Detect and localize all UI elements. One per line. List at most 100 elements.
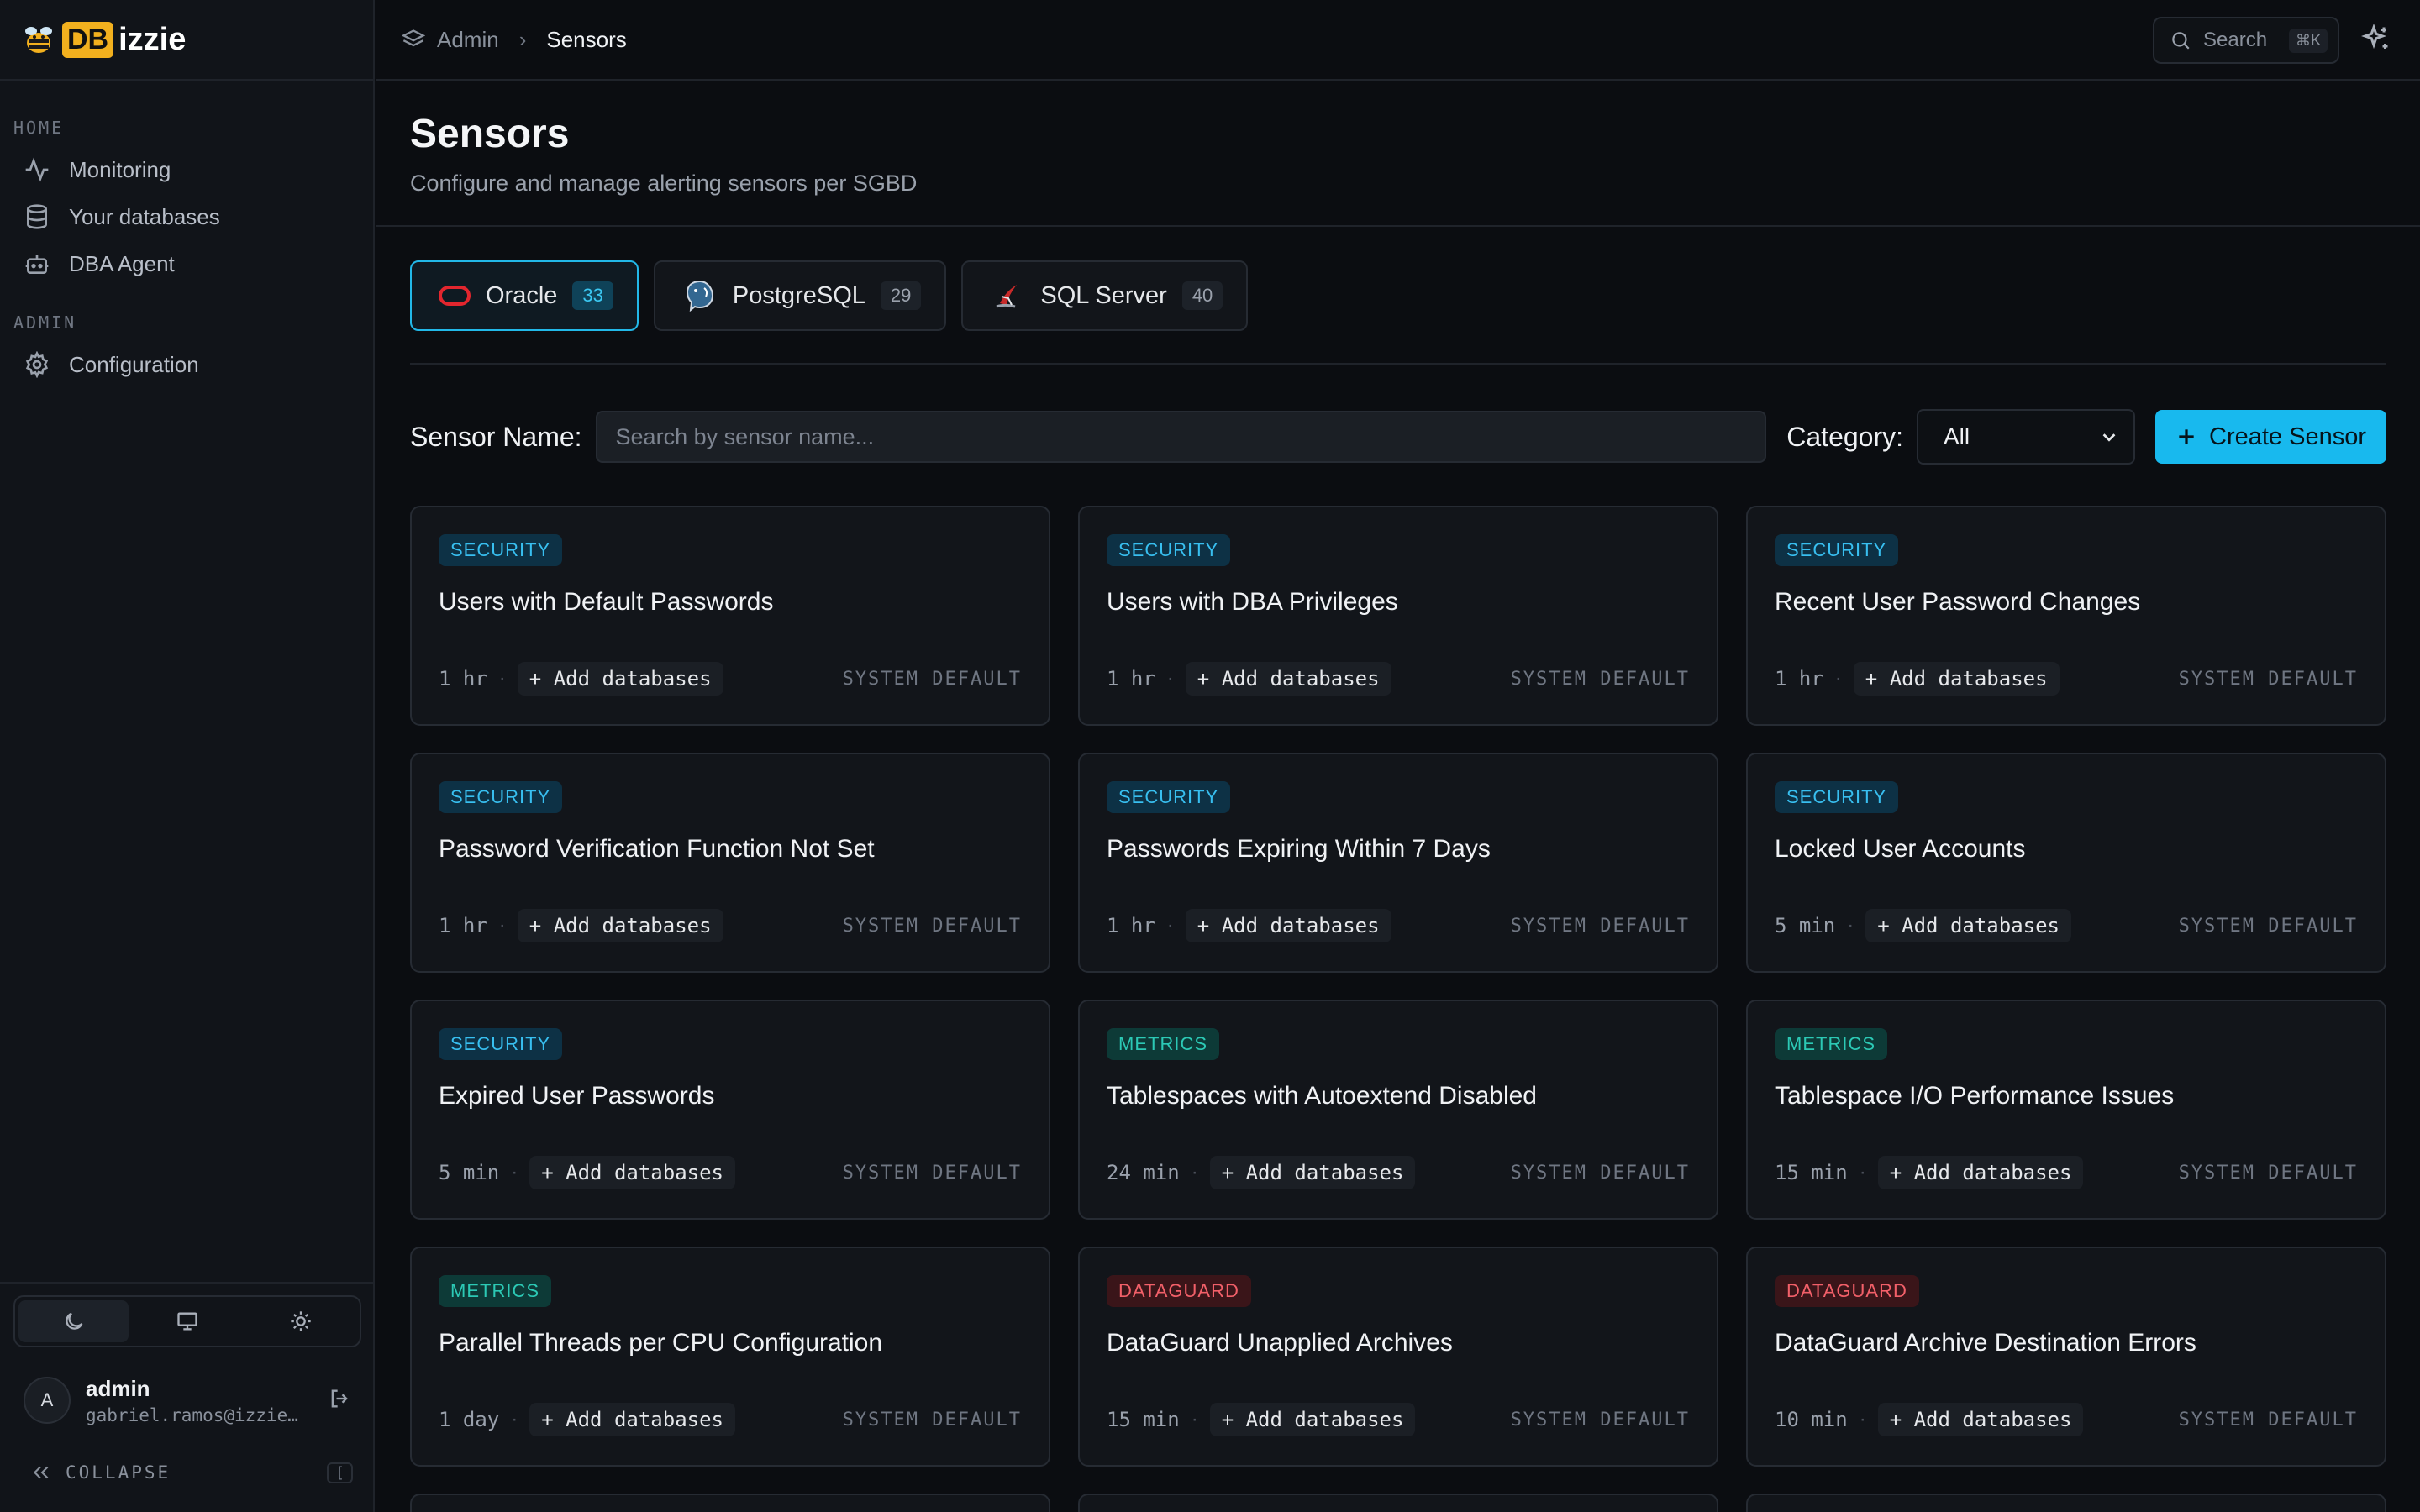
check-interval: 5 min [439,1161,500,1184]
sensor-card-grid-overflow [410,1494,2386,1512]
category-badge: SECURITY [1107,534,1231,566]
nav-home-section: HOME Monitoring Your databases DBA Agent [0,118,375,287]
sensor-card[interactable]: DATAGUARD DataGuard Archive Destination … [1746,1247,2386,1467]
add-databases-button[interactable]: + Add databases [1853,662,2060,696]
sidebar-item-configuration[interactable]: Configuration [0,341,375,388]
ai-assistant-button[interactable] [2360,23,2395,57]
sun-icon [291,1311,311,1331]
add-databases-button[interactable]: + Add databases [1877,1403,2084,1436]
sensor-card[interactable]: SECURITY Password Verification Function … [410,753,1050,973]
sensor-card[interactable] [410,1494,1050,1512]
sparkles-icon [2360,23,2388,50]
sensor-card[interactable]: SECURITY Locked User Accounts 5 min · + … [1746,753,2386,973]
sensor-title: DataGuard Archive Destination Errors [1775,1329,2196,1357]
add-databases-button[interactable]: + Add databases [1209,1156,1416,1189]
breadcrumb-admin[interactable]: Admin [437,27,499,53]
sql-server-icon [996,285,1018,308]
sensor-title: Users with DBA Privileges [1107,588,1398,616]
page-subtitle: Configure and manage alerting sensors pe… [410,171,918,196]
sensor-card-footer: 1 hr · + Add databases SYSTEM DEFAULT [1107,662,1690,696]
add-databases-button[interactable]: + Add databases [529,1156,735,1189]
sensor-card[interactable]: SECURITY Expired User Passwords 5 min · … [410,1000,1050,1220]
tab-oracle[interactable]: Oracle 33 [410,260,639,331]
system-default-label: SYSTEM DEFAULT [1510,1162,1690,1184]
logo-izzie-text: izzie [118,21,187,57]
check-interval: 15 min [1107,1408,1180,1431]
add-databases-button[interactable]: + Add databases [1209,1403,1416,1436]
sensor-card-footer: 24 min · + Add databases SYSTEM DEFAULT [1107,1156,1690,1189]
tab-label: PostgreSQL [732,281,865,309]
theme-dark-button[interactable] [18,1300,129,1342]
category-badge: DATAGUARD [1107,1275,1251,1307]
tab-count: 33 [572,281,613,310]
app-logo[interactable]: DB izzie [20,21,186,58]
add-databases-button[interactable]: + Add databases [1185,662,1392,696]
sensor-card-footer: 15 min · + Add databases SYSTEM DEFAULT [1107,1403,1690,1436]
global-search-button[interactable]: Search ⌘K [2153,17,2339,64]
sensor-title: DataGuard Unapplied Archives [1107,1329,1453,1357]
create-sensor-button[interactable]: Create Sensor [2155,410,2386,464]
sensor-card[interactable]: METRICS Tablespace I/O Performance Issue… [1746,1000,2386,1220]
check-interval: 1 hr [1107,914,1155,937]
sensor-title: Parallel Threads per CPU Configuration [439,1329,883,1357]
sensor-card[interactable] [1746,1494,2386,1512]
monitor-icon [177,1312,197,1331]
database-icon [27,204,47,229]
separator-dot: · [1859,1161,1866,1184]
sensor-card[interactable]: SECURITY Users with DBA Privileges 1 hr … [1078,506,1718,726]
tab-postgresql[interactable]: PostgreSQL 29 [653,260,947,331]
add-databases-button[interactable]: + Add databases [517,662,723,696]
category-badge: METRICS [1107,1028,1219,1060]
category-selected-value: All [1944,423,1970,449]
search-icon [2172,32,2190,50]
separator-dot: · [511,1161,518,1184]
sensor-name-search-input[interactable] [595,411,1767,463]
collapse-button[interactable]: COLLAPSE [ [30,1462,353,1483]
add-databases-button[interactable]: + Add databases [1865,909,2071,942]
system-default-label: SYSTEM DEFAULT [842,1409,1022,1431]
check-interval: 1 hr [1775,667,1823,690]
tab-count: 29 [880,281,922,310]
sidebar-item-label: Your databases [69,203,220,229]
sensor-card[interactable]: SECURITY Recent User Password Changes 1 … [1746,506,2386,726]
sensor-card-grid: SECURITY Users with Default Passwords 1 … [410,506,2386,1467]
check-interval: 24 min [1107,1161,1180,1184]
user-name: admin [86,1375,150,1401]
add-databases-button[interactable]: + Add databases [1185,909,1392,942]
logout-button[interactable] [328,1387,351,1415]
sidebar-item-your-databases[interactable]: Your databases [0,193,375,240]
check-interval: 1 day [439,1408,500,1431]
tab-sql-server[interactable]: SQL Server 40 [961,260,1249,331]
avatar: A [24,1377,71,1424]
add-databases-button[interactable]: + Add databases [517,909,723,942]
system-default-label: SYSTEM DEFAULT [842,668,1022,690]
oracle-icon [439,286,471,306]
user-profile[interactable]: A admin gabriel.ramos@izzie… [24,1371,351,1430]
separator-dot: · [1166,914,1174,937]
category-badge: SECURITY [439,781,563,813]
category-badge: SECURITY [439,1028,563,1060]
layers-icon [402,29,425,47]
sensor-card[interactable]: METRICS Parallel Threads per CPU Configu… [410,1247,1050,1467]
separator-dot: · [498,914,506,937]
sidebar-item-monitoring[interactable]: Monitoring [0,146,375,193]
sidebar-item-dba-agent[interactable]: DBA Agent [0,240,375,287]
sensor-name-label: Sensor Name: [410,421,582,452]
sensor-card[interactable]: SECURITY Passwords Expiring Within 7 Day… [1078,753,1718,973]
search-shortcut: ⌘K [2288,28,2328,53]
category-badge: SECURITY [1107,781,1231,813]
theme-system-button[interactable] [132,1300,242,1342]
tab-label: SQL Server [1040,281,1167,309]
add-databases-button[interactable]: + Add databases [1877,1156,2084,1189]
sensor-card[interactable]: DATAGUARD DataGuard Unapplied Archives 1… [1078,1247,1718,1467]
category-select[interactable]: All [1917,409,2135,465]
page-title: Sensors [410,112,570,156]
system-default-label: SYSTEM DEFAULT [842,915,1022,937]
add-databases-button[interactable]: + Add databases [529,1403,735,1436]
sensor-card[interactable] [1078,1494,1718,1512]
sensor-card[interactable]: METRICS Tablespaces with Autoextend Disa… [1078,1000,1718,1220]
sensor-card-footer: 5 min · + Add databases SYSTEM DEFAULT [439,1156,1022,1189]
theme-light-button[interactable] [246,1300,356,1342]
search-label: Search [2203,29,2268,51]
sensor-card[interactable]: SECURITY Users with Default Passwords 1 … [410,506,1050,726]
